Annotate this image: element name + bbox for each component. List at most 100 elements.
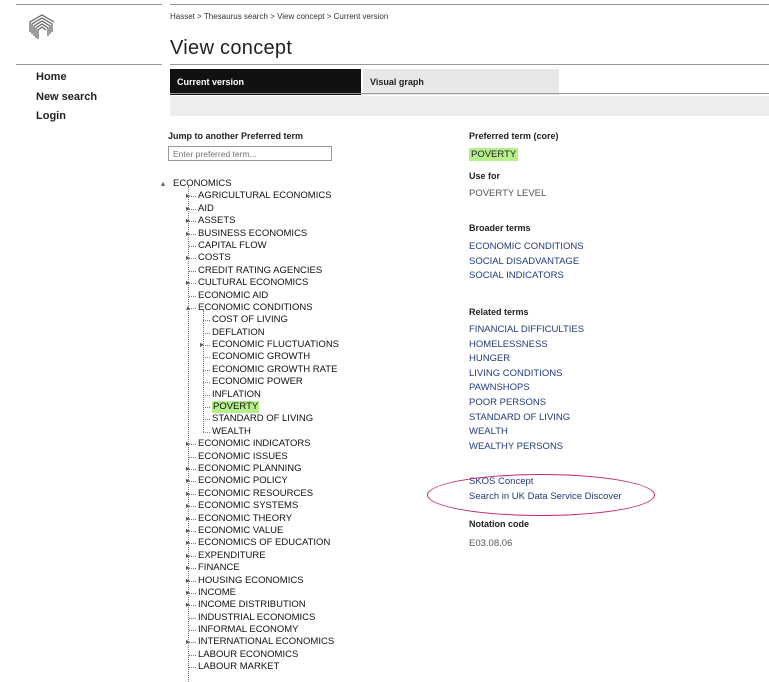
tree-node-label[interactable]: EXPENDITURE bbox=[198, 550, 266, 562]
tree-node-label[interactable]: DEFLATION bbox=[212, 327, 265, 339]
sidebar-rule bbox=[16, 64, 162, 65]
page-title: View concept bbox=[170, 37, 293, 59]
breadcrumb-separator: > bbox=[197, 12, 202, 21]
tree-node-label[interactable]: ECONOMIC SYSTEMS bbox=[198, 500, 298, 512]
tree-node-label[interactable]: INCOME DISTRIBUTION bbox=[198, 599, 306, 611]
related-term-link[interactable]: STANDARD OF LIVING bbox=[469, 411, 584, 426]
tree-node-label[interactable]: INCOME bbox=[198, 587, 236, 599]
hasset-logo-icon[interactable] bbox=[26, 10, 58, 42]
tab-current-version[interactable]: Current version bbox=[170, 69, 361, 95]
tree-node-label[interactable]: ECONOMIC PLANNING bbox=[198, 463, 301, 475]
tree-connector bbox=[189, 245, 196, 247]
related-term-link[interactable]: HOMELESSNESS bbox=[469, 338, 584, 353]
tree-node-label[interactable]: CAPITAL FLOW bbox=[198, 240, 267, 252]
tree-node-label[interactable]: ECONOMIC ISSUES bbox=[198, 451, 288, 463]
tree-connector bbox=[189, 568, 196, 570]
tree-node-label[interactable]: LABOUR MARKET bbox=[198, 661, 279, 673]
tree-node-label[interactable]: ECONOMIC GROWTH bbox=[212, 351, 310, 363]
tree-node-label[interactable]: WEALTH bbox=[212, 426, 251, 438]
tree-node-label[interactable]: INFORMAL ECONOMY bbox=[198, 624, 298, 636]
tree-connector bbox=[189, 468, 196, 470]
nav-login[interactable]: Login bbox=[36, 107, 97, 127]
tree-connector bbox=[203, 345, 210, 347]
tree-node-label[interactable]: INDUSTRIAL ECONOMICS bbox=[198, 612, 315, 624]
tree-connector bbox=[203, 369, 210, 371]
tab-bar: Current version Visual graph bbox=[170, 69, 769, 95]
tree-node-label[interactable]: LABOUR ECONOMICS bbox=[198, 649, 298, 661]
tree-node-label[interactable]: INFLATION bbox=[212, 389, 261, 401]
tree-node-label[interactable]: FINANCE bbox=[198, 562, 240, 574]
tree-connector bbox=[189, 307, 196, 309]
related-term-link[interactable]: WEALTH bbox=[469, 425, 584, 440]
tree-connector bbox=[203, 332, 210, 334]
tree-node-label[interactable]: AID bbox=[198, 203, 214, 215]
tree-node-label[interactable]: BUSINESS ECONOMICS bbox=[198, 228, 307, 240]
tree-connector bbox=[189, 233, 196, 235]
use-for-heading: Use for bbox=[469, 171, 501, 181]
jump-term-input[interactable] bbox=[168, 146, 332, 161]
related-term-link[interactable]: PAWNSHOPS bbox=[469, 381, 584, 396]
tree-connector bbox=[189, 221, 196, 223]
tree-node-label[interactable]: ECONOMICS bbox=[173, 178, 232, 190]
broader-term-link[interactable]: SOCIAL INDICATORS bbox=[469, 269, 584, 284]
nav-home[interactable]: Home bbox=[36, 68, 97, 88]
tree-connector bbox=[203, 407, 210, 409]
broader-term-link[interactable]: SOCIAL DISADVANTAGE bbox=[469, 255, 584, 270]
related-terms-heading: Related terms bbox=[469, 307, 529, 317]
tree-node-label[interactable]: CULTURAL ECONOMICS bbox=[198, 277, 308, 289]
tree-node-label[interactable]: ECONOMIC THEORY bbox=[198, 513, 292, 525]
related-terms-list: FINANCIAL DIFFICULTIES HOMELESSNESS HUNG… bbox=[469, 323, 584, 454]
notation-value: E03.08.06 bbox=[469, 538, 513, 549]
tree-node-label[interactable]: INTERNATIONAL ECONOMICS bbox=[198, 636, 334, 648]
breadcrumb-view-concept[interactable]: View concept bbox=[277, 12, 324, 21]
related-term-link[interactable]: HUNGER bbox=[469, 352, 584, 367]
tree-node-label[interactable]: COST OF LIVING bbox=[212, 314, 288, 326]
tree-node-label[interactable]: ASSETS bbox=[198, 215, 236, 227]
related-term-link[interactable]: WEALTHY PERSONS bbox=[469, 440, 584, 455]
annotation-ellipse bbox=[427, 474, 655, 516]
tree-node-label[interactable]: STANDARD OF LIVING bbox=[212, 413, 313, 425]
preferred-term-value: POVERTY bbox=[469, 148, 519, 161]
related-term-link[interactable]: FINANCIAL DIFFICULTIES bbox=[469, 323, 584, 338]
broader-terms-heading: Broader terms bbox=[469, 223, 531, 233]
title-rule bbox=[170, 64, 769, 65]
tree-node-label[interactable]: ECONOMIC POWER bbox=[212, 376, 303, 388]
tree-node-label[interactable]: ECONOMICS OF EDUCATION bbox=[198, 537, 330, 549]
tree-connector bbox=[203, 431, 210, 433]
tree-connector bbox=[189, 555, 196, 557]
tree-connector bbox=[189, 444, 196, 446]
breadcrumb-thesaurus-search[interactable]: Thesaurus search bbox=[204, 12, 268, 21]
tree-connector bbox=[189, 258, 196, 260]
breadcrumb-current-version: Current version bbox=[333, 12, 389, 21]
sidebar-top-rule bbox=[16, 4, 162, 5]
tree-node-label[interactable]: HOUSING ECONOMICS bbox=[198, 575, 304, 587]
jump-label: Jump to another Preferred term bbox=[168, 131, 304, 141]
tree-node-label[interactable]: ECONOMIC POLICY bbox=[198, 475, 288, 487]
tree-connector bbox=[203, 419, 210, 421]
tree-node-label[interactable]: COSTS bbox=[198, 252, 231, 264]
tree-guide-line bbox=[203, 310, 204, 433]
tree-node-label[interactable]: ECONOMIC VALUE bbox=[198, 525, 283, 537]
tree-node-label[interactable]: ECONOMIC RESOURCES bbox=[198, 488, 313, 500]
tree-connector bbox=[189, 605, 196, 607]
tree-connector bbox=[189, 543, 196, 545]
tree-node-label[interactable]: ECONOMIC FLUCTUATIONS bbox=[212, 339, 339, 351]
tree-connector bbox=[189, 295, 196, 297]
related-term-link[interactable]: LIVING CONDITIONS bbox=[469, 367, 584, 382]
tree-node-label[interactable]: ECONOMIC INDICATORS bbox=[198, 438, 311, 450]
tree-connector bbox=[189, 481, 196, 483]
tree-guide-line bbox=[188, 186, 189, 682]
breadcrumb-hasset[interactable]: Hasset bbox=[170, 12, 195, 21]
tree-node-label[interactable]: CREDIT RATING AGENCIES bbox=[198, 265, 322, 277]
tree-node-label[interactable]: ECONOMIC AID bbox=[198, 290, 268, 302]
tree-node-label[interactable]: ECONOMIC CONDITIONS bbox=[198, 302, 313, 314]
collapse-icon[interactable]: ▴ bbox=[161, 178, 165, 190]
related-term-link[interactable]: POOR PERSONS bbox=[469, 396, 584, 411]
tree-node-label[interactable]: AGRICULTURAL ECONOMICS bbox=[198, 190, 332, 202]
nav-new-search[interactable]: New search bbox=[36, 88, 97, 108]
tree-node-label[interactable]: ECONOMIC GROWTH RATE bbox=[212, 364, 337, 376]
tree-connector bbox=[189, 530, 196, 532]
broader-term-link[interactable]: ECONOMIC CONDITIONS bbox=[469, 240, 584, 255]
tab-visual-graph[interactable]: Visual graph bbox=[363, 69, 559, 95]
tree-node-label[interactable]: POVERTY bbox=[212, 401, 260, 414]
